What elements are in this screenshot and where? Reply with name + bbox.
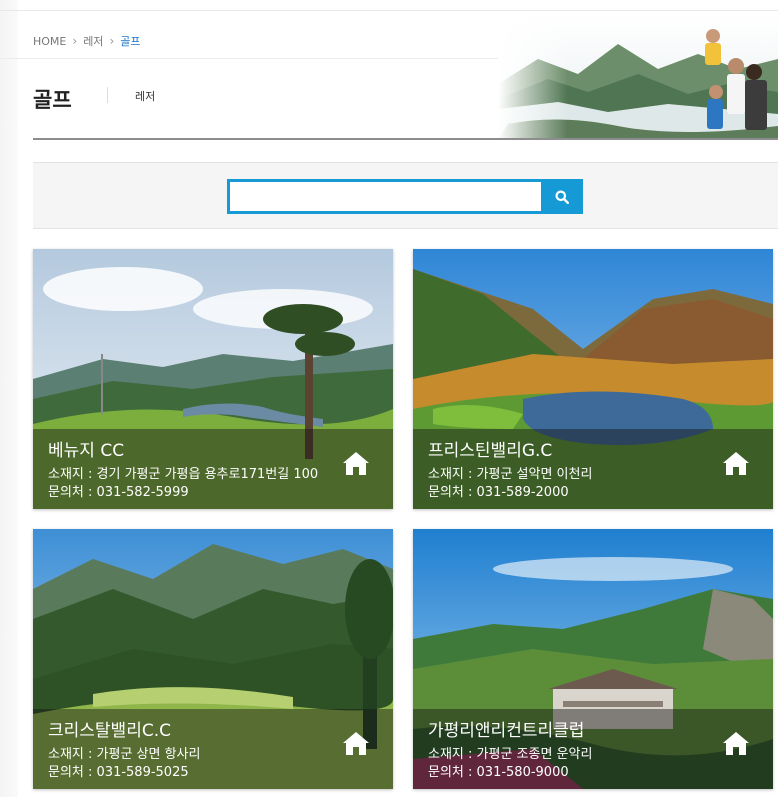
search-input[interactable]	[227, 179, 541, 214]
card-title: 베뉴지 CC	[48, 441, 125, 461]
top-rule	[0, 10, 778, 11]
golf-card-gapyeong-lee[interactable]: 가평리앤리컨트리클럽 소재지 : 가평군 조종면 운악리 문의처 : 031-5…	[413, 529, 773, 789]
left-margin-strip	[0, 0, 18, 797]
breadcrumb-current[interactable]: 골프	[120, 33, 140, 49]
home-icon[interactable]	[341, 730, 371, 756]
home-icon[interactable]	[341, 450, 371, 476]
home-icon[interactable]	[721, 450, 751, 476]
home-icon[interactable]	[721, 730, 751, 756]
card-title: 가평리앤리컨트리클럽	[428, 721, 585, 741]
search-button[interactable]	[541, 179, 583, 214]
card-title: 크리스탈밸리C.C	[48, 721, 171, 741]
card-phone: 문의처 : 031-589-5025	[48, 765, 189, 780]
card-phone: 문의처 : 031-580-9000	[428, 765, 569, 780]
subnav-leisure[interactable]: 레저	[135, 88, 155, 104]
card-phone: 문의처 : 031-582-5999	[48, 485, 189, 500]
card-address: 소재지 : 경기 가평군 가평읍 용추로171번길 100	[48, 467, 319, 482]
golf-card-pristine-valley[interactable]: 프리스틴밸리G.C 소재지 : 가평군 설악면 이천리 문의처 : 031-58…	[413, 249, 773, 509]
card-address: 소재지 : 가평군 설악면 이천리	[428, 467, 593, 482]
breadcrumb-leisure[interactable]: 레저	[83, 33, 103, 49]
chevron-right-icon: ›	[72, 34, 78, 48]
title-divider	[107, 87, 108, 103]
breadcrumb-divider	[0, 58, 500, 59]
search-icon	[555, 190, 569, 204]
card-title: 프리스틴밸리G.C	[428, 441, 553, 461]
card-phone: 문의처 : 031-589-2000	[428, 485, 569, 500]
search-bar	[33, 162, 778, 229]
header-underline	[33, 138, 778, 140]
breadcrumb-home[interactable]: HOME	[33, 35, 66, 48]
card-address: 소재지 : 가평군 조종면 운악리	[428, 747, 593, 762]
card-address: 소재지 : 가평군 상면 항사리	[48, 747, 201, 762]
header-hero-image	[498, 14, 778, 139]
page-title: 골프	[33, 88, 72, 112]
golf-card-venusi[interactable]: 베뉴지 CC 소재지 : 경기 가평군 가평읍 용추로171번길 100 문의처…	[33, 249, 393, 509]
breadcrumb: HOME › 레저 › 골프	[33, 33, 141, 49]
golf-card-crystal-valley[interactable]: 크리스탈밸리C.C 소재지 : 가평군 상면 항사리 문의처 : 031-589…	[33, 529, 393, 789]
chevron-right-icon: ›	[109, 34, 115, 48]
